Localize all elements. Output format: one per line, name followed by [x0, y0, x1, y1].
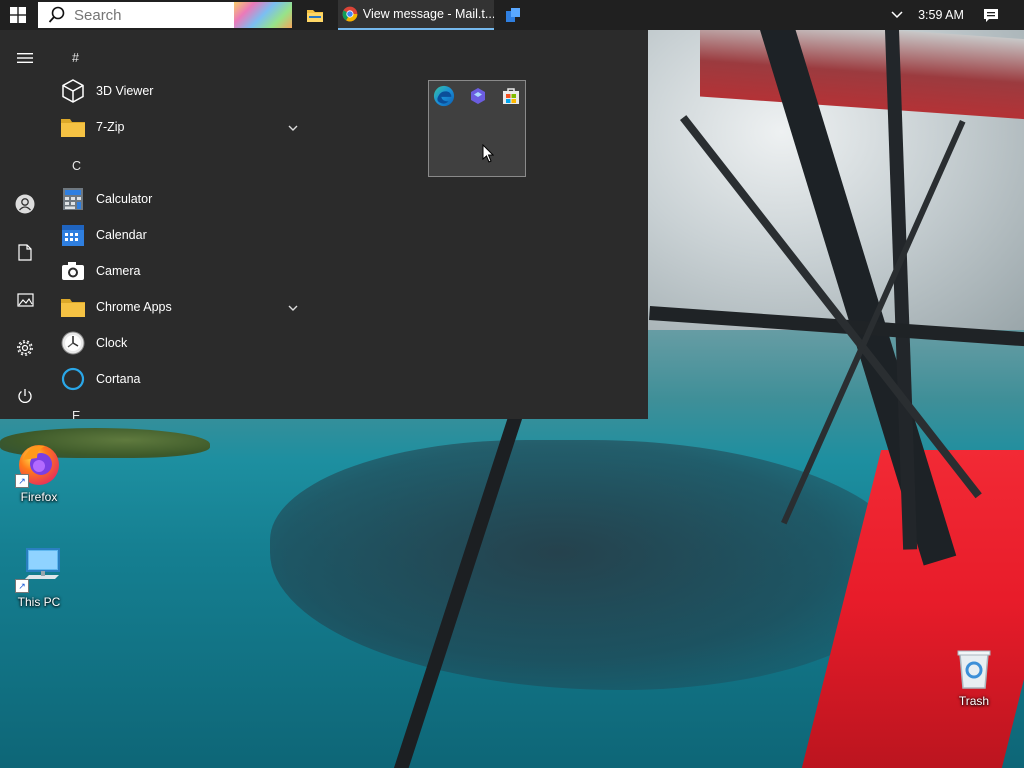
calculator-icon — [60, 186, 86, 212]
windows-logo-icon — [10, 7, 26, 23]
tile-group-folder[interactable] — [428, 80, 526, 177]
app-name: Calendar — [96, 228, 147, 242]
app-icon — [471, 88, 485, 104]
action-center-button[interactable] — [978, 0, 1004, 30]
wallpaper-sky — [620, 0, 1024, 330]
settings-icon — [17, 340, 33, 356]
chrome-icon — [342, 6, 358, 22]
tile-store[interactable] — [500, 85, 522, 107]
wallpaper-strut — [649, 306, 1024, 347]
chevron-down-icon — [288, 299, 298, 317]
documents-button[interactable] — [13, 240, 37, 264]
app-name: Cortana — [96, 372, 141, 386]
app-item-7-zip[interactable]: 7-Zip — [60, 110, 310, 144]
section-header-hash[interactable]: # — [72, 51, 79, 65]
folder-icon — [60, 294, 86, 320]
desktop-icon-label: Firefox — [20, 490, 58, 504]
desktop-icon-label: This PC — [17, 595, 61, 609]
recycle-bin-icon — [950, 644, 998, 692]
wallpaper-wing — [700, 16, 1024, 120]
app-item-calendar[interactable]: Calendar — [60, 218, 310, 252]
section-header-e[interactable]: E — [72, 409, 80, 419]
pictures-button[interactable] — [13, 288, 37, 312]
app-item-calculator[interactable]: Calculator — [60, 182, 310, 216]
app-item-cortana[interactable]: Cortana — [60, 362, 310, 396]
clock-icon — [60, 330, 86, 356]
cube-icon — [60, 78, 86, 104]
app-item-clock[interactable]: Clock — [60, 326, 310, 360]
shortcut-arrow-icon: ↗ — [15, 579, 29, 593]
folder-icon — [307, 10, 323, 22]
search-input[interactable] — [74, 5, 234, 25]
taskbar-app[interactable] — [500, 0, 526, 30]
clock-time: 3:59 AM — [918, 8, 964, 22]
app-name: Clock — [96, 336, 128, 350]
tile-edge[interactable] — [433, 85, 455, 107]
pictures-icon — [16, 293, 34, 307]
camera-icon — [60, 258, 86, 284]
app-list: # 3D Viewer 7-Zip C Calculator Calendar … — [50, 30, 310, 419]
taskbar-chrome-window[interactable]: View message - Mail.t... — [338, 0, 494, 30]
notification-icon — [984, 8, 998, 22]
mouse-cursor — [482, 143, 495, 168]
computer-icon: ↗ — [15, 545, 63, 593]
account-button[interactable] — [13, 192, 37, 216]
shortcut-arrow-icon: ↗ — [15, 474, 29, 488]
wallpaper-strut — [885, 29, 918, 550]
start-menu: # 3D Viewer 7-Zip C Calculator Calendar … — [0, 30, 648, 419]
hamburger-icon — [17, 53, 33, 63]
wallpaper-strut — [760, 20, 957, 566]
taskbar-file-explorer[interactable] — [300, 0, 330, 30]
window-title: View message - Mail.t... — [362, 7, 494, 21]
section-header-c[interactable]: C — [72, 159, 81, 173]
start-button[interactable] — [0, 0, 36, 30]
app-name: 3D Viewer — [96, 84, 154, 98]
user-icon — [15, 194, 35, 214]
settings-button[interactable] — [13, 336, 37, 360]
app-item-chrome-apps[interactable]: Chrome Apps — [60, 290, 310, 324]
start-rail — [0, 30, 50, 419]
app-name: Camera — [96, 264, 141, 278]
cortana-icon — [60, 366, 86, 392]
wallpaper-strut — [390, 380, 534, 768]
wallpaper-water — [270, 440, 910, 690]
taskbar-clock[interactable]: 3:59 AM — [912, 0, 970, 30]
calendar-icon — [60, 222, 86, 248]
chevron-down-icon — [891, 11, 903, 19]
desktop-icon-this-pc[interactable]: ↗ This PC — [1, 545, 77, 609]
wallpaper-strut — [781, 120, 966, 525]
app-name: 7-Zip — [96, 120, 125, 134]
edge-icon — [433, 85, 455, 107]
power-icon — [18, 389, 32, 403]
app-name: Calculator — [96, 192, 153, 206]
desktop-icon-label: Trash — [958, 694, 990, 708]
app-item-3d-viewer[interactable]: 3D Viewer — [60, 74, 310, 108]
desktop-icon-trash[interactable]: Trash — [936, 644, 1012, 708]
expand-menu-button[interactable] — [13, 46, 37, 70]
documents-icon — [18, 243, 32, 261]
search-icon — [48, 6, 66, 28]
desktop-icon-firefox[interactable]: ↗ Firefox — [1, 440, 77, 504]
app-item-camera[interactable]: Camera — [60, 254, 310, 288]
search-highlight-image — [234, 2, 292, 28]
wallpaper-strut — [680, 115, 982, 499]
taskbar: View message - Mail.t... 3:59 AM — [0, 0, 1024, 30]
search-box[interactable] — [38, 2, 292, 28]
folder-icon — [60, 114, 86, 140]
tile-app[interactable] — [467, 85, 489, 107]
show-hidden-icons-button[interactable] — [886, 0, 908, 30]
chevron-down-icon — [288, 119, 298, 137]
app-icon — [506, 8, 520, 22]
store-icon — [503, 88, 519, 104]
wallpaper-wing — [798, 450, 1024, 768]
power-button[interactable] — [13, 384, 37, 408]
app-name: Chrome Apps — [96, 300, 172, 314]
firefox-icon: ↗ — [15, 440, 63, 488]
